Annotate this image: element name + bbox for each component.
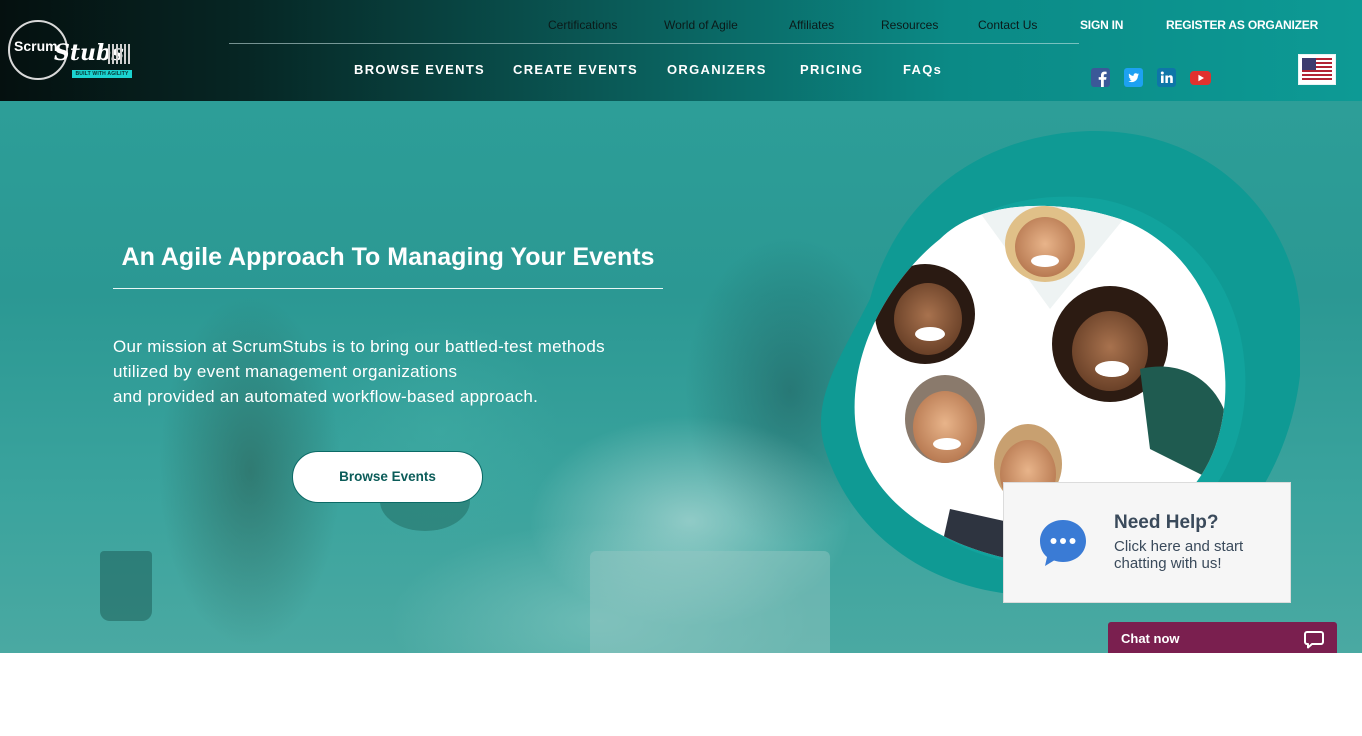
need-help-subtitle-line: Click here and start — [1114, 538, 1244, 555]
flag-canton — [1302, 58, 1316, 70]
hero-description: Our mission at ScrumStubs is to bring ou… — [113, 334, 713, 409]
hero-background-laptop — [590, 551, 830, 653]
register-organizer-link[interactable]: REGISTER AS ORGANIZER — [1166, 18, 1318, 32]
nav-browse-events[interactable]: BROWSE EVENTS — [354, 62, 485, 77]
top-nav-certifications[interactable]: Certifications — [548, 18, 617, 32]
nav-pricing[interactable]: PRICING — [800, 62, 863, 77]
need-help-title: Need Help? — [1114, 512, 1219, 533]
chat-bubble-icon — [1040, 520, 1086, 566]
logo-word-scrum: Scrum — [14, 38, 58, 54]
need-help-subtitle-line: chatting with us! — [1114, 555, 1222, 572]
twitter-icon[interactable] — [1124, 68, 1143, 87]
need-help-widget[interactable]: Need Help? Click here and start chatting… — [1003, 482, 1291, 603]
chat-now-bar[interactable]: Chat now — [1108, 622, 1337, 653]
hero-title: An Agile Approach To Managing Your Event… — [121, 243, 655, 271]
site-header: Scrum Stubs BUILT WITH AGILITY Certifica… — [0, 0, 1362, 101]
nav-organizers[interactable]: ORGANIZERS — [667, 62, 767, 77]
youtube-icon[interactable] — [1190, 68, 1211, 87]
flag-stripes — [1302, 58, 1332, 81]
hero-title-underline — [113, 288, 663, 289]
nav-divider — [229, 43, 1079, 44]
facebook-icon[interactable] — [1091, 68, 1110, 87]
hero-description-line: utilized by event management organizatio… — [113, 362, 458, 381]
top-nav-contact-us[interactable]: Contact Us — [978, 18, 1037, 32]
nav-faqs[interactable]: FAQs — [903, 62, 942, 77]
chat-icon — [1304, 631, 1324, 649]
top-nav-world-of-agile[interactable]: World of Agile — [664, 18, 738, 32]
chat-now-label: Chat now — [1121, 631, 1180, 646]
hero-description-line: Our mission at ScrumStubs is to bring ou… — [113, 337, 605, 356]
hero-background-cup — [100, 551, 152, 621]
sign-in-link[interactable]: SIGN IN — [1080, 18, 1123, 32]
top-nav-resources[interactable]: Resources — [881, 18, 938, 32]
logo-ticket-bars — [108, 44, 130, 64]
top-nav-affiliates[interactable]: Affiliates — [789, 18, 834, 32]
linkedin-icon[interactable] — [1157, 68, 1176, 87]
nav-create-events[interactable]: CREATE EVENTS — [513, 62, 638, 77]
need-help-subtitle: Click here and start chatting with us! — [1114, 538, 1279, 572]
browse-events-button[interactable]: Browse Events — [292, 451, 483, 503]
us-flag-icon[interactable] — [1298, 54, 1336, 85]
top-navigation: Certifications World of Agile Affiliates… — [0, 18, 1362, 34]
hero-description-line: and provided an automated workflow-based… — [113, 387, 539, 406]
